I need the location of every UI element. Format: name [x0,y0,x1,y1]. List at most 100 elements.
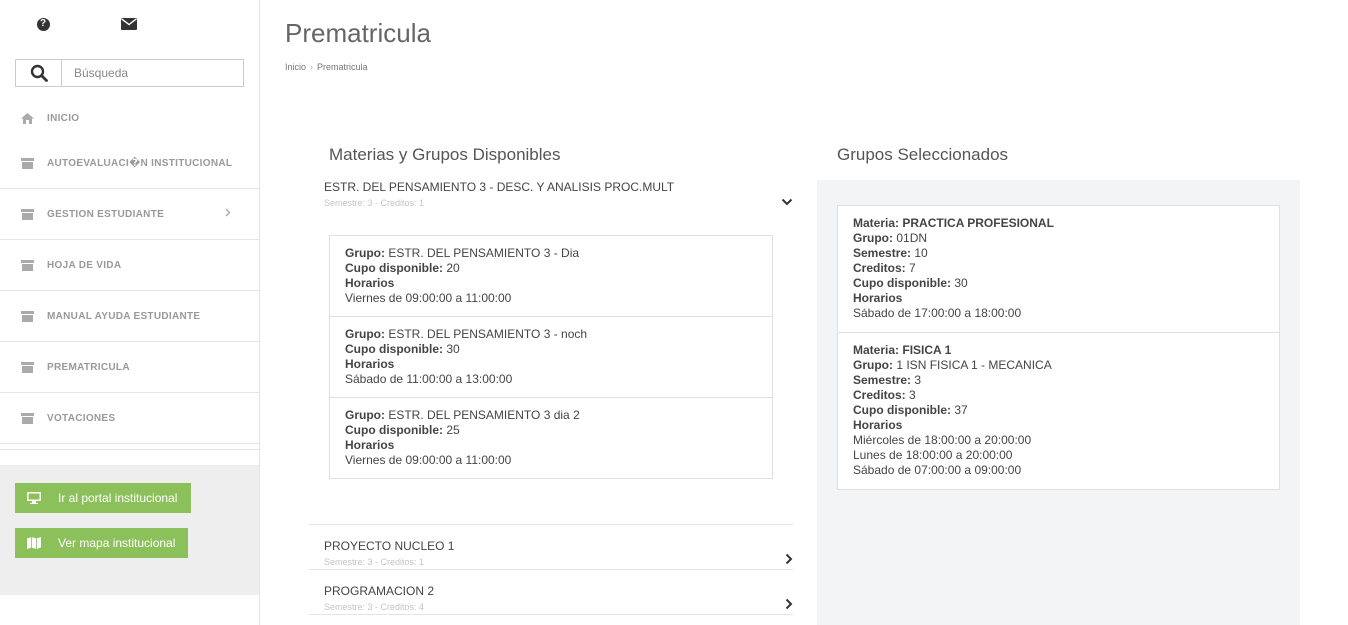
group-value: ESTR. DEL PENSAMIENTO 3 - Dia [388,246,580,260]
divider [0,444,259,450]
chevron-right-icon[interactable] [785,597,793,615]
cupo-value: 25 [446,423,460,437]
cupo-label: Cupo disponible: [345,261,443,275]
semestre-value: 10 [914,246,928,260]
subject-meta: Semestre: 3 - Creditos: 4 [324,602,425,612]
group-label: Grupo: [345,246,385,260]
envelope-icon[interactable] [119,14,139,34]
group-option[interactable]: Grupo: ESTR. DEL PENSAMIENTO 3 dia 2 Cup… [330,398,772,478]
subject-name: PROGRAMACION 2 [324,584,435,598]
group-label: Grupo: [345,327,385,341]
horarios-label: Horarios [853,291,903,305]
available-section-title: Materias y Grupos Disponibles [329,145,561,164]
map-button-label: Ver mapa institucional [58,536,176,550]
archive-icon [20,361,34,373]
archive-icon [20,412,34,424]
breadcrumb-item-inicio[interactable]: Inicio [285,62,306,72]
group-label: Grupo: [853,231,893,245]
semestre-value: 3 [914,373,922,387]
divider [309,614,793,615]
breadcrumb-separator-icon: › [310,62,314,72]
subject-meta: Semestre: 3 - Creditos: 1 [324,557,425,567]
breadcrumb-item-current: Prematricula [317,62,368,72]
portal-links-panel: Ir al portal institucional Ver mapa inst… [0,465,259,595]
sidebar-item-manual-ayuda[interactable]: MANUAL AYUDA ESTUDIANTE [0,291,259,342]
chevron-right-icon [225,208,231,220]
selected-groups-panel: Materia: PRACTICA PROFESIONAL Grupo: 01D… [817,180,1300,625]
horarios-label: Horarios [853,418,903,432]
page-title: Prematricula [285,18,431,48]
selected-groups-list: Materia: PRACTICA PROFESIONAL Grupo: 01D… [837,205,1280,490]
materia-label: Materia: [853,343,900,357]
sidebar-item-label: PREMATRICULA [47,361,130,373]
divider [309,569,793,570]
search-icon [30,64,48,82]
cupo-value: 37 [954,403,968,417]
group-option[interactable]: Grupo: ESTR. DEL PENSAMIENTO 3 - noch Cu… [330,317,772,398]
selected-section-title: Grupos Seleccionados [837,145,1009,164]
cupo-value: 30 [954,276,968,290]
sidebar-item-autoevaluacion[interactable]: AUTOEVALUACI�N INSTITUCIONAL [0,138,259,189]
cupo-label: Cupo disponible: [345,342,443,356]
chevron-right-icon[interactable] [785,552,793,570]
subject-header[interactable]: PROYECTO NUCLEO 1 Semestre: 3 - Creditos… [309,539,793,567]
sidebar-item-inicio[interactable]: INICIO [0,98,259,138]
sidebar-item-votaciones[interactable]: VOTACIONES [0,393,259,444]
subject-meta: Semestre: 3 - Creditos: 1 [324,198,425,208]
materia-label: Materia: [853,216,900,230]
cupo-value: 30 [446,342,460,356]
horarios-label: Horarios [345,276,395,290]
schedule-text: Sábado de 17:00:00 a 18:00:00 [853,306,1022,320]
semestre-label: Semestre: [853,373,912,387]
sidebar-item-label: AUTOEVALUACI�N INSTITUCIONAL [47,157,233,169]
group-value: 01DN [896,231,928,245]
creditos-label: Creditos: [853,261,906,275]
archive-icon [20,157,34,169]
cupo-value: 20 [446,261,460,275]
creditos-value: 7 [909,261,916,275]
archive-icon [20,259,34,271]
sidebar: ? INICIO AUTOEVALUACI�N INSTITUCIONAL GE… [0,0,260,625]
breadcrumb: Inicio › Prematricula [285,62,368,72]
group-label: Grupo: [853,358,893,372]
main-content: Prematricula Inicio › Prematricula Mater… [260,0,1348,625]
help-icon[interactable]: ? [33,14,53,34]
subject-accordion-item[interactable]: PROGRAMACION 2 Semestre: 3 - Creditos: 4 [309,584,793,612]
group-value: ESTR. DEL PENSAMIENTO 3 - noch [388,327,588,341]
sidebar-item-prematricula[interactable]: PREMATRICULA [0,342,259,393]
cupo-label: Cupo disponible: [853,403,951,417]
archive-icon [20,208,34,220]
sidebar-top-icons: ? [0,14,259,34]
selected-group-item[interactable]: Materia: PRACTICA PROFESIONAL Grupo: 01D… [838,206,1279,333]
subject-header[interactable]: PROGRAMACION 2 Semestre: 3 - Creditos: 4 [309,584,793,612]
horarios-label: Horarios [345,438,395,452]
search-input[interactable] [61,59,244,87]
sidebar-item-label: INICIO [47,112,80,124]
schedule-text: Miércoles de 18:00:00 a 20:00:00 [853,433,1032,447]
selected-group-item[interactable]: Materia: FISICA 1 Grupo: 1 ISN FISICA 1 … [838,333,1279,489]
portal-button[interactable]: Ir al portal institucional [15,483,191,513]
schedule-text: Viernes de 09:00:00 a 11:00:00 [345,291,512,305]
cupo-label: Cupo disponible: [853,276,951,290]
search-bar [15,59,244,87]
group-option[interactable]: Grupo: ESTR. DEL PENSAMIENTO 3 - Dia Cup… [330,236,772,317]
divider [309,524,793,525]
search-button[interactable] [15,59,61,87]
sidebar-item-label: HOJA DE VIDA [47,259,122,271]
subject-accordion-item[interactable]: ESTR. DEL PENSAMIENTO 3 - DESC. Y ANALIS… [309,180,793,208]
subject-header[interactable]: ESTR. DEL PENSAMIENTO 3 - DESC. Y ANALIS… [309,180,793,208]
chevron-down-icon[interactable] [781,193,793,211]
archive-icon [20,310,34,322]
group-value: 1 ISN FISICA 1 - MECANICA [896,358,1052,372]
materia-value: FISICA 1 [902,343,952,357]
sidebar-item-gestion-estudiante[interactable]: GESTION ESTUDIANTE [0,189,259,240]
map-button[interactable]: Ver mapa institucional [15,528,188,558]
horarios-label: Horarios [345,357,395,371]
schedule-text: Sábado de 11:00:00 a 13:00:00 [345,372,513,386]
map-icon [15,528,53,558]
semestre-label: Semestre: [853,246,912,260]
portal-button-label: Ir al portal institucional [58,491,178,505]
subject-accordion-item[interactable]: PROYECTO NUCLEO 1 Semestre: 3 - Creditos… [309,539,793,567]
sidebar-item-hoja-de-vida[interactable]: HOJA DE VIDA [0,240,259,291]
cupo-label: Cupo disponible: [345,423,443,437]
